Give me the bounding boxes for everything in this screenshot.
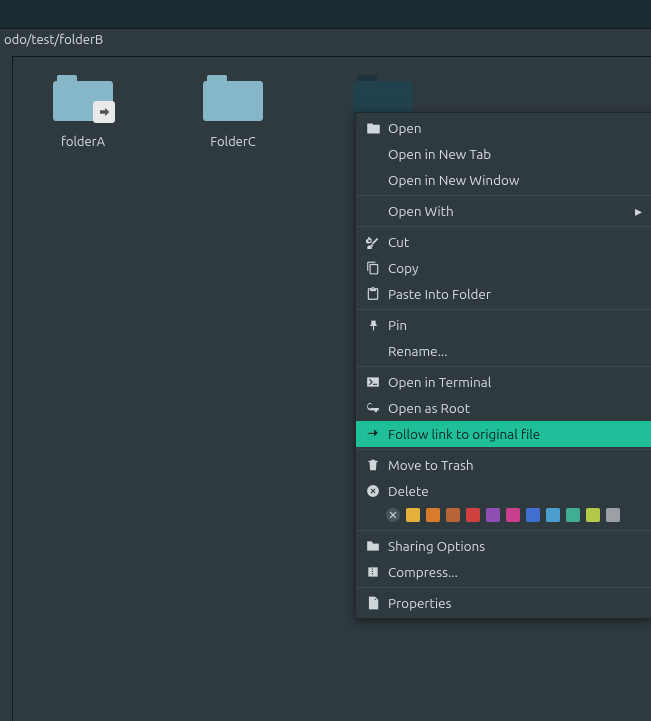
- path-breadcrumb[interactable]: odo/test/folderB: [0, 29, 651, 51]
- context-menu: Open Open in New Tab Open in New Window …: [355, 112, 651, 619]
- menu-separator: [356, 309, 651, 310]
- color-swatch[interactable]: [606, 508, 620, 522]
- delete-icon: [364, 482, 382, 500]
- menu-label: Sharing Options: [388, 538, 642, 554]
- menu-open-new-tab[interactable]: Open in New Tab: [356, 141, 651, 167]
- color-swatch[interactable]: [586, 508, 600, 522]
- folder-icon: [53, 75, 113, 121]
- compress-icon: [364, 563, 382, 581]
- copy-icon: [364, 259, 382, 277]
- cut-icon: [364, 233, 382, 251]
- key-icon: [364, 399, 382, 417]
- menu-label: Rename...: [388, 343, 642, 359]
- menu-label: Open in Terminal: [388, 374, 642, 390]
- menu-open[interactable]: Open: [356, 115, 651, 141]
- menu-label: Delete: [388, 483, 642, 499]
- menu-label: Pin: [388, 317, 642, 333]
- menu-label: Copy: [388, 260, 642, 276]
- file-label: folderA: [61, 135, 105, 149]
- menu-label: Follow link to original file: [388, 426, 642, 442]
- menu-copy[interactable]: Copy: [356, 255, 651, 281]
- color-swatch[interactable]: [566, 508, 580, 522]
- terminal-icon: [364, 373, 382, 391]
- menu-separator: [356, 587, 651, 588]
- menu-cut[interactable]: Cut: [356, 229, 651, 255]
- menu-label: Paste Into Folder: [388, 286, 642, 302]
- menu-label: Compress...: [388, 564, 642, 580]
- menu-open-terminal[interactable]: Open in Terminal: [356, 369, 651, 395]
- menu-label: Properties: [388, 595, 642, 611]
- menu-open-new-window[interactable]: Open in New Window: [356, 167, 651, 193]
- color-swatch[interactable]: [466, 508, 480, 522]
- color-swatch[interactable]: [486, 508, 500, 522]
- menu-separator: [356, 195, 651, 196]
- color-swatch[interactable]: [546, 508, 560, 522]
- menu-follow-link[interactable]: Follow link to original file: [356, 421, 651, 447]
- window-titlebar: [0, 0, 651, 29]
- file-label: FolderC: [210, 135, 256, 149]
- color-swatch[interactable]: [426, 508, 440, 522]
- symlink-badge-icon: [93, 101, 115, 123]
- color-swatch[interactable]: [446, 508, 460, 522]
- menu-label: Open in New Tab: [388, 146, 642, 162]
- menu-open-root[interactable]: Open as Root: [356, 395, 651, 421]
- color-swatch[interactable]: [406, 508, 420, 522]
- share-icon: [364, 537, 382, 555]
- pin-icon: [364, 316, 382, 334]
- trash-icon: [364, 456, 382, 474]
- menu-pin[interactable]: Pin: [356, 312, 651, 338]
- folder-icon: [203, 75, 263, 121]
- color-clear[interactable]: ✕: [386, 508, 400, 522]
- color-swatch[interactable]: [526, 508, 540, 522]
- file-item-folderC[interactable]: FolderC: [193, 75, 273, 151]
- menu-separator: [356, 366, 651, 367]
- menu-separator: [356, 226, 651, 227]
- file-item-folderA[interactable]: folderA: [43, 75, 123, 151]
- menu-sharing[interactable]: Sharing Options: [356, 533, 651, 559]
- properties-icon: [364, 594, 382, 612]
- menu-compress[interactable]: Compress...: [356, 559, 651, 585]
- menu-label: Open as Root: [388, 400, 642, 416]
- folder-open-icon: [364, 119, 382, 137]
- color-tag-row: ✕: [356, 504, 651, 528]
- menu-move-trash[interactable]: Move to Trash: [356, 452, 651, 478]
- follow-link-icon: [364, 425, 382, 443]
- menu-label: Cut: [388, 234, 642, 250]
- menu-label: Move to Trash: [388, 457, 642, 473]
- color-swatch[interactable]: [506, 508, 520, 522]
- menu-properties[interactable]: Properties: [356, 590, 651, 616]
- menu-label: Open in New Window: [388, 172, 642, 188]
- menu-paste-into[interactable]: Paste Into Folder: [356, 281, 651, 307]
- menu-rename[interactable]: Rename...: [356, 338, 651, 364]
- menu-label: Open: [388, 120, 642, 136]
- paste-icon: [364, 285, 382, 303]
- menu-open-with[interactable]: Open With ▸: [356, 198, 651, 224]
- menu-separator: [356, 449, 651, 450]
- submenu-arrow-icon: ▸: [635, 203, 642, 220]
- menu-delete[interactable]: Delete: [356, 478, 651, 504]
- menu-label: Open With: [388, 203, 635, 219]
- menu-separator: [356, 530, 651, 531]
